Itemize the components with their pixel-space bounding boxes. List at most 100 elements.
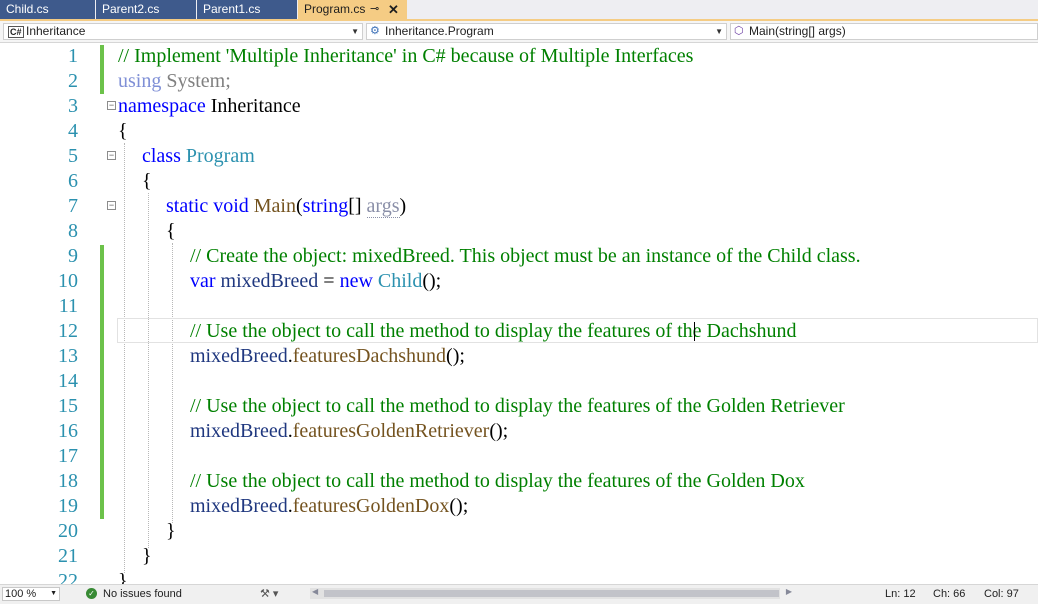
scroll-left-icon[interactable]: ◀ (312, 587, 318, 596)
keyword: var (190, 270, 216, 292)
tab-parent1-cs[interactable]: Parent1.cs (197, 0, 297, 19)
project-dropdown[interactable]: C# Inheritance ▼ (3, 23, 363, 40)
method-name: Main (253, 195, 296, 217)
code-line-19[interactable]: mixedBreed.featuresGoldenDox(); (190, 494, 468, 519)
issues-status[interactable]: No issues found (103, 587, 182, 602)
method-name: featuresGoldenRetriever (292, 420, 490, 442)
document-tab-strip: Child.cs Parent2.cs Parent1.cs Program.c… (0, 0, 1038, 21)
collapse-icon[interactable]: − (107, 101, 116, 110)
code-editor[interactable]: 1 2 3 4 5 6 7 8 9 10 11 12 13 14 15 16 1… (0, 43, 1038, 584)
line-number: 11 (58, 295, 78, 317)
line-number: 17 (58, 445, 78, 467)
keyword: new (339, 270, 373, 292)
variable-name: mixedBreed (190, 345, 288, 367)
paren: ( (295, 195, 303, 217)
line-number: 14 (58, 370, 78, 392)
code-cleanup-icon[interactable]: ⚒ ▾ (260, 587, 278, 602)
variable-name: mixedBreed (190, 420, 288, 442)
collapse-icon[interactable]: − (107, 151, 116, 160)
change-indicator (100, 45, 104, 94)
keyword: class (142, 145, 181, 167)
indent-guide (172, 243, 173, 523)
keyword: static void (166, 195, 249, 217)
line-number: 20 (58, 520, 78, 542)
tab-parent2-cs[interactable]: Parent2.cs (96, 0, 196, 19)
type-name: Child (377, 270, 423, 292)
code-line-15[interactable]: // Use the object to call the method to … (190, 394, 845, 419)
code-line-6[interactable]: { (142, 169, 152, 194)
member-dropdown[interactable]: ⬡ Main(string[] args) (730, 23, 1038, 40)
code-line-8[interactable]: { (166, 219, 176, 244)
column-indicator: Col: 97 (984, 588, 1019, 600)
tab-label: Parent1.cs (203, 2, 261, 16)
editor-status-bar: 100 % ▼ ✓ No issues found ⚒ ▾ ◀ ▶ Ln: 12 … (0, 584, 1038, 604)
line-number: 12 (58, 320, 78, 342)
line-number: 21 (58, 545, 78, 567)
line-number: 19 (58, 495, 78, 517)
code-line-1[interactable]: // Implement 'Multiple Inheritance' in C… (118, 44, 693, 69)
type-dropdown[interactable]: ⚙ Inheritance.Program ▼ (366, 23, 727, 40)
code-line-2[interactable]: using System; (118, 69, 231, 94)
chevron-down-icon: ▼ (715, 27, 723, 36)
line-number: 15 (58, 395, 78, 417)
keyword: namespace (118, 95, 206, 117)
code-line-13[interactable]: mixedBreed.featuresDachshund(); (190, 344, 465, 369)
char-indicator: Ch: 66 (933, 588, 966, 600)
line-number: 13 (58, 345, 78, 367)
code-line-4[interactable]: { (118, 119, 128, 144)
zoom-dropdown[interactable]: 100 % ▼ (2, 587, 60, 601)
method-name: featuresGoldenDox (292, 495, 450, 517)
code-line-10[interactable]: var mixedBreed = new Child(); (190, 269, 441, 294)
keyword: using (118, 70, 162, 92)
indent-guide (124, 143, 125, 573)
line-number: 8 (68, 220, 78, 242)
pin-icon[interactable]: ⊸ (370, 0, 379, 19)
tab-child-cs[interactable]: Child.cs (0, 0, 95, 19)
method-icon: ⬡ (734, 25, 744, 37)
code-line-18[interactable]: // Use the object to call the method to … (190, 469, 805, 494)
line-number: 10 (58, 270, 78, 292)
code-line-16[interactable]: mixedBreed.featuresGoldenRetriever(); (190, 419, 508, 444)
code-line-7[interactable]: static void Main(string[] args) (166, 194, 406, 219)
code-line-22[interactable]: } (118, 569, 128, 584)
project-dropdown-label: Inheritance (26, 24, 86, 38)
tab-program-cs[interactable]: Program.cs ⊸ ✕ (298, 0, 407, 19)
line-number: 5 (68, 145, 78, 167)
horizontal-scrollbar[interactable]: ◀ ▶ (310, 587, 792, 599)
punctuation: (); (422, 270, 442, 292)
indent-guide (148, 193, 149, 548)
line-number: 7 (68, 195, 78, 217)
text-caret (694, 322, 695, 341)
code-line-9[interactable]: // Create the object: mixedBreed. This o… (190, 244, 861, 269)
scrollbar-thumb[interactable] (324, 590, 779, 597)
code-line-20[interactable]: } (166, 519, 176, 544)
line-indicator: Ln: 12 (885, 588, 916, 600)
line-number: 3 (68, 95, 78, 117)
punctuation: (); (446, 345, 465, 367)
tab-label: Parent2.cs (102, 2, 160, 16)
variable-name: mixedBreed (190, 495, 288, 517)
tab-label: Child.cs (6, 2, 49, 16)
code-line-5[interactable]: class Program (142, 144, 255, 169)
line-number: 6 (68, 170, 78, 192)
code-line-21[interactable]: } (142, 544, 152, 569)
tab-label: Program.cs (304, 2, 366, 16)
zoom-level: 100 % (5, 588, 37, 600)
close-icon[interactable]: ✕ (388, 0, 399, 19)
type-dropdown-label: Inheritance.Program (385, 24, 494, 38)
scroll-right-icon[interactable]: ▶ (786, 587, 792, 596)
line-number: 2 (68, 70, 78, 92)
paren: ) (399, 195, 407, 217)
navigation-bar: C# Inheritance ▼ ⚙ Inheritance.Program ▼… (0, 21, 1038, 43)
namespace-name: Inheritance (205, 95, 301, 117)
line-number: 16 (58, 420, 78, 442)
line-number: 1 (68, 45, 78, 67)
code-line-3[interactable]: namespace Inheritance (118, 94, 301, 119)
method-name: featuresDachshund (292, 345, 447, 367)
array-brackets: [] (348, 195, 367, 217)
keyword: string (302, 195, 349, 217)
collapse-icon[interactable]: − (107, 201, 116, 210)
parameter-name: args (366, 195, 400, 218)
namespace-name: System; (161, 70, 231, 92)
code-line-12[interactable]: // Use the object to call the method to … (190, 319, 797, 344)
